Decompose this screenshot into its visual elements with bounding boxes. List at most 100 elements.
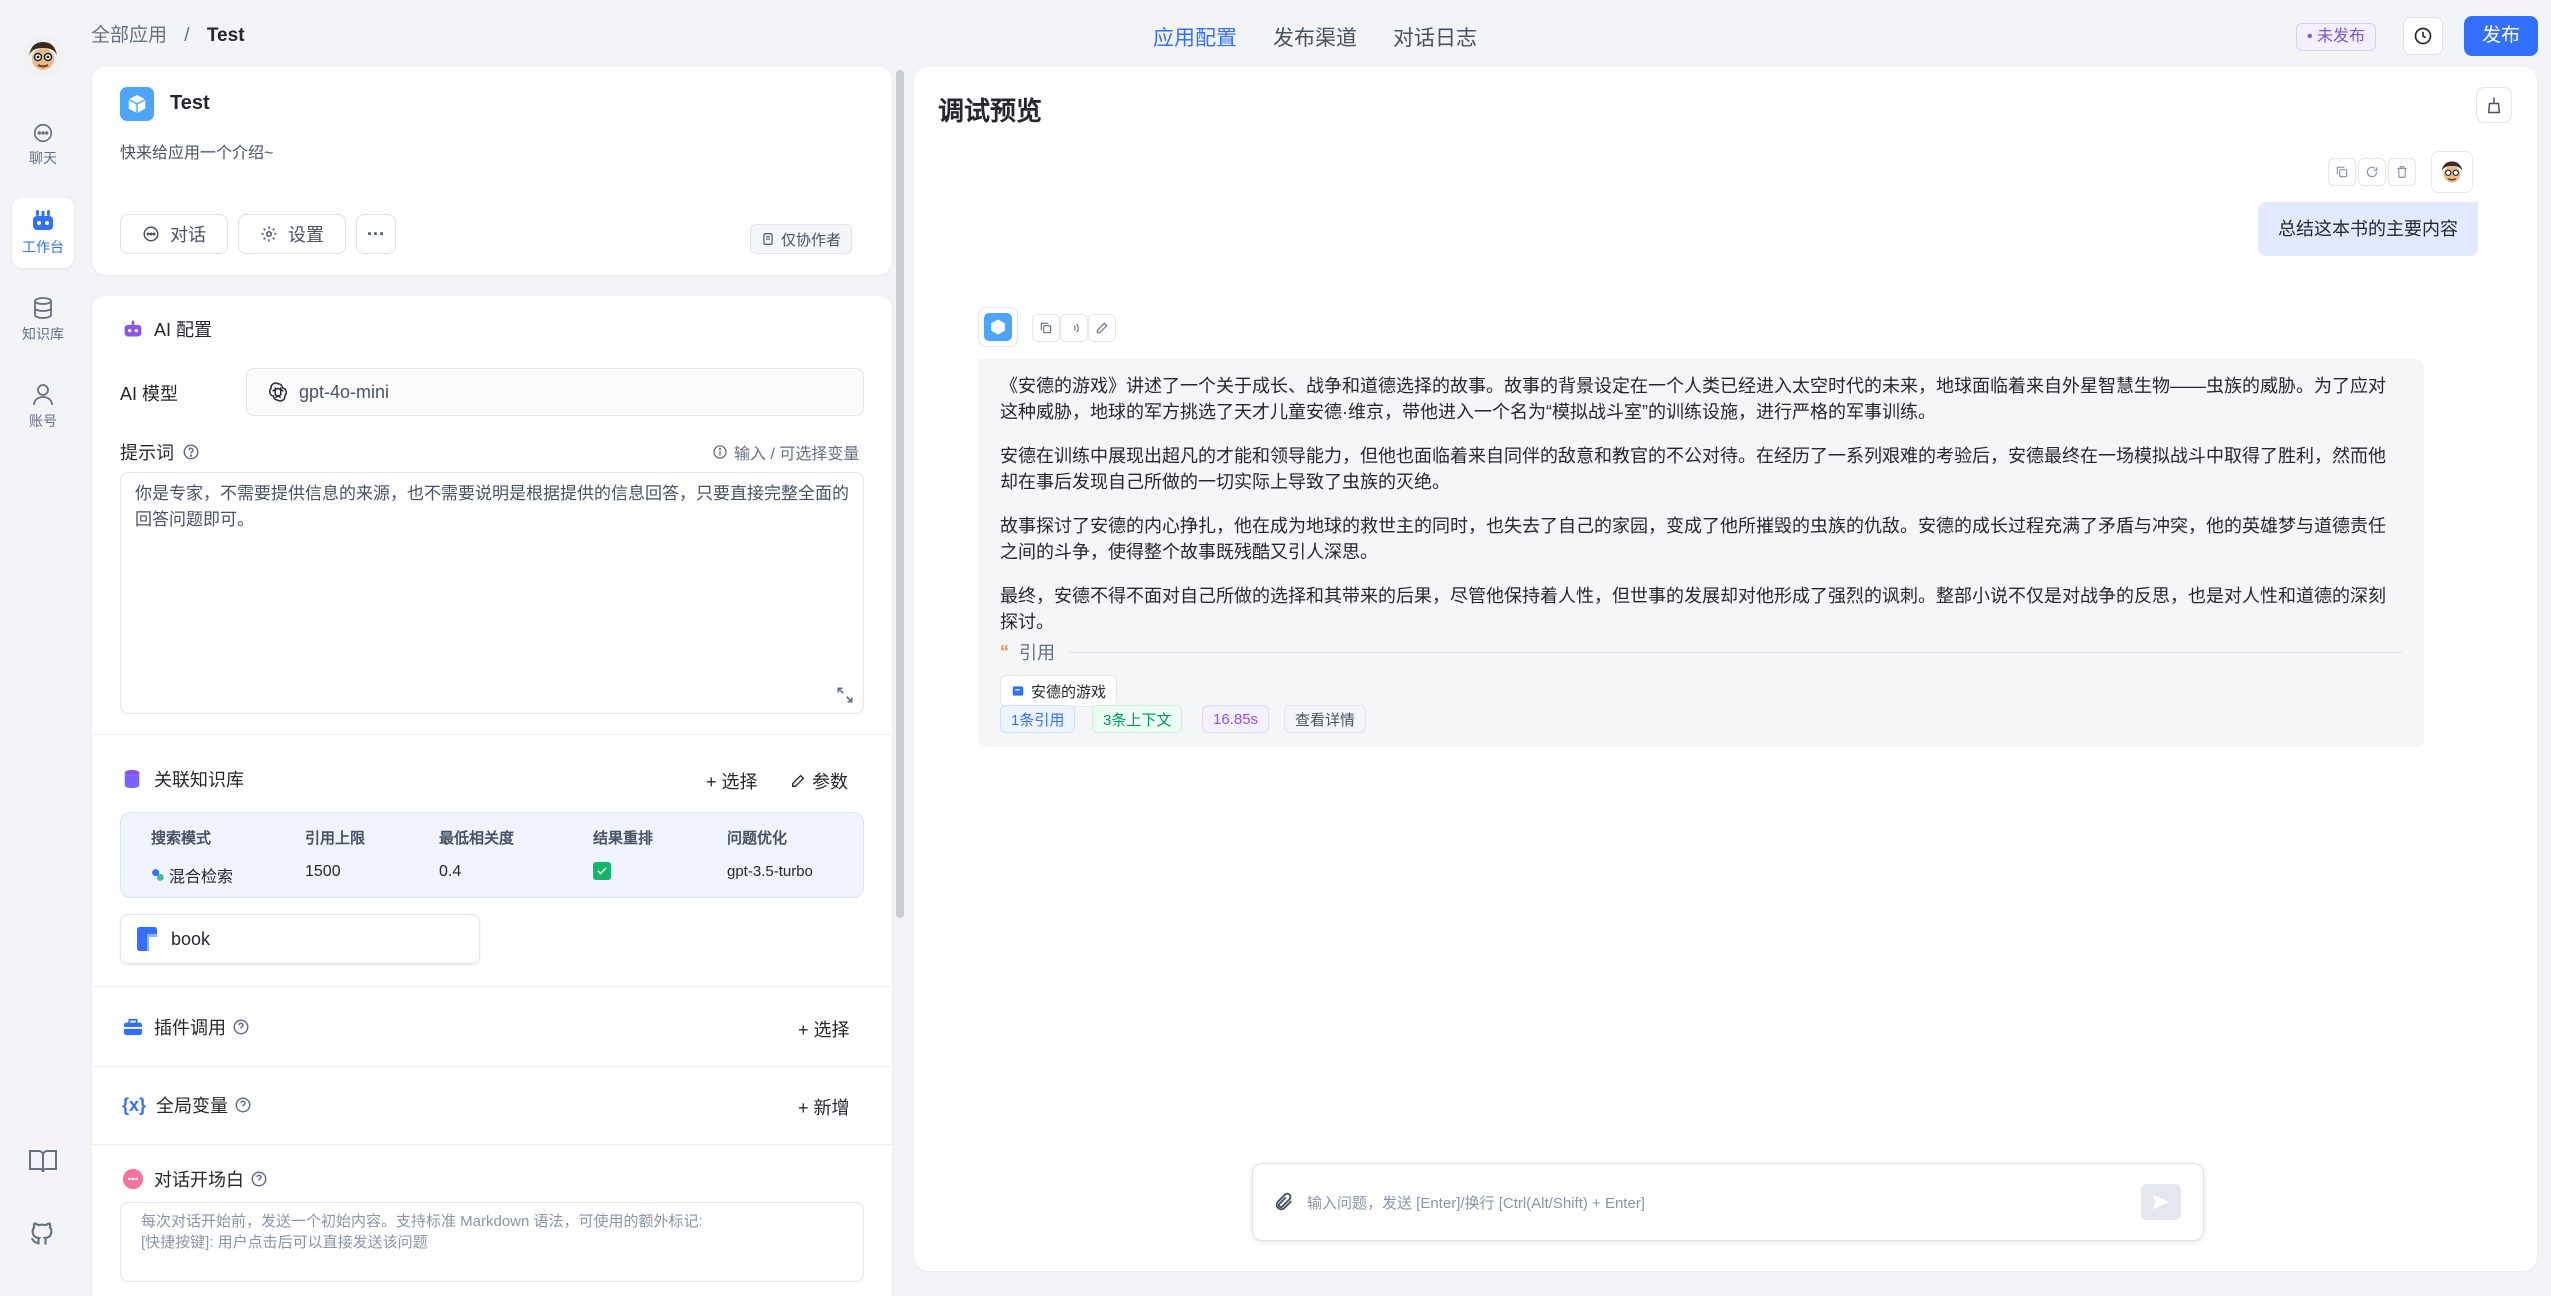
expand-icon[interactable] <box>835 685 855 705</box>
info-icon <box>713 445 727 459</box>
chat-button[interactable]: 对话 <box>120 214 228 254</box>
welcome-textarea[interactable]: 每次对话开始前，发送一个初始内容。支持标准 Markdown 语法，可使用的额外… <box>120 1202 864 1282</box>
app-logo-icon <box>120 87 154 121</box>
kb-params-button[interactable]: 参数 <box>790 768 848 794</box>
nav-item-chat[interactable]: 聊天 <box>12 110 74 180</box>
help-icon[interactable] <box>234 1096 252 1114</box>
clear-chat-button[interactable] <box>2476 87 2512 123</box>
copy-button[interactable] <box>2328 158 2356 186</box>
ai-model-select[interactable]: gpt-4o-mini <box>246 368 864 416</box>
divider <box>92 1066 892 1067</box>
help-icon[interactable] <box>232 1018 250 1036</box>
prompt-label-text: 提示词 <box>120 443 174 463</box>
col-header: 搜索模式 <box>151 830 212 847</box>
nav-label: 知识库 <box>22 326 64 342</box>
publish-button[interactable]: 发布 <box>2464 16 2538 56</box>
plugins-label: 插件调用 <box>154 1018 226 1038</box>
welcome-placeholder-1: 每次对话开始前，发送一个初始内容。支持标准 Markdown 语法，可使用的额外… <box>141 1213 703 1230</box>
nav-item-account[interactable]: 账号 <box>12 372 74 442</box>
left-scrollbar[interactable] <box>896 70 904 918</box>
view-details-tag[interactable]: 查看详情 <box>1284 705 1367 733</box>
prompt-textarea[interactable]: 你是专家，不需要提供信息的来源，也不需要说明是根据提供的信息回答，只要直接完整全… <box>120 472 864 714</box>
divider <box>92 1144 892 1145</box>
ai-avatar <box>978 307 1018 347</box>
refresh-icon <box>2366 166 2378 178</box>
trash-icon <box>2397 166 2407 178</box>
breadcrumb-root[interactable]: 全部应用 <box>91 25 167 46</box>
user-avatar <box>2431 151 2473 193</box>
sound-icon <box>1071 323 1079 333</box>
kb-search-table: 搜索模式 引用上限 最低相关度 结果重排 问题优化 混合检索 1500 0.4 … <box>120 812 864 898</box>
chat-input-box[interactable]: 输入问题，发送 [Enter]/换行 [Ctrl(Alt/Shift) + En… <box>1252 1163 2204 1241</box>
answer-paragraph: 最终，安德不得不面对自己所做的选择和其带来的后果，尽管他保持着人性，但世事的发展… <box>1000 586 2386 632</box>
tab-app-config[interactable]: 应用配置 <box>1153 22 1237 52</box>
ai-config-title: AI 配置 <box>122 316 212 342</box>
avatar[interactable] <box>23 36 63 76</box>
attachment-icon[interactable] <box>1273 1191 1295 1213</box>
ai-model-label: AI 模型 <box>120 384 179 404</box>
variables-add-button[interactable]: + 新增 <box>798 1094 850 1120</box>
quote-source-name: 安德的游戏 <box>1031 683 1107 701</box>
user-icon <box>33 384 53 406</box>
gear-icon <box>261 226 277 242</box>
settings-button[interactable]: 设置 <box>238 214 346 254</box>
quote-source[interactable]: 安德的游戏 <box>1000 675 1118 707</box>
tab-chat-logs[interactable]: 对话日志 <box>1393 22 1477 52</box>
preview-panel: 调试预览 总结这本书的主要内容 《安德的游戏》讲述了一个关于成长、战争和道德选择… <box>914 67 2537 1271</box>
tab-publish-channels[interactable]: 发布渠道 <box>1273 22 1357 52</box>
welcome-chat-icon <box>122 1168 144 1190</box>
ai-message-bubble: 《安德的游戏》讲述了一个关于成长、战争和道德选择的故事。故事的背景设定在一个人类… <box>978 359 2424 747</box>
ai-model-value: gpt-4o-mini <box>299 381 390 402</box>
kb-title: 关联知识库 <box>122 766 244 792</box>
send-button[interactable] <box>2141 1184 2181 1220</box>
nav-item-knowledge[interactable]: 知识库 <box>12 285 74 355</box>
context-count-tag[interactable]: 3条上下文 <box>1092 705 1183 733</box>
breadcrumb-current: Test <box>206 25 245 46</box>
citation-count-tag[interactable]: 1条引用 <box>1000 705 1076 733</box>
rerank-check-icon <box>593 862 611 880</box>
github-icon[interactable] <box>28 1220 56 1248</box>
clock-icon <box>2414 27 2432 45</box>
breadcrumb-separator: / <box>184 25 190 46</box>
col-header: 引用上限 <box>305 830 366 847</box>
nav-item-workbench[interactable]: 工作台 <box>12 198 74 268</box>
ai-copy-button[interactable] <box>1032 314 1060 342</box>
collaborator-badge[interactable]: 仅协作者 <box>750 224 853 254</box>
history-button[interactable] <box>2403 17 2443 55</box>
help-icon[interactable] <box>182 443 200 461</box>
welcome-placeholder-2: [快捷按键]: 用户点击后可以直接发送该问题 <box>141 1234 428 1251</box>
retry-button[interactable] <box>2358 158 2386 186</box>
database-icon <box>34 297 52 319</box>
answer-paragraph: 安德在训练中展现出超凡的才能和领导能力，但他也面临着来自同伴的敌意和教官的不公对… <box>1000 446 2386 492</box>
breadcrumb: 全部应用 / Test <box>91 20 245 47</box>
copy-icon <box>1040 322 1052 334</box>
config-card: AI 配置 AI 模型 gpt-4o-mini 提示词 输入 / 可选择变量 你… <box>92 296 892 1296</box>
kb-select-button[interactable]: + 选择 <box>706 768 758 794</box>
read-aloud-button[interactable] <box>1060 314 1088 342</box>
toolbox-icon <box>123 1018 143 1036</box>
help-icon[interactable] <box>250 1170 268 1188</box>
broom-icon <box>2487 97 2501 114</box>
prompt-text: 你是专家，不需要提供信息的来源，也不需要说明是根据提供的信息回答，只要直接完整全… <box>135 484 849 529</box>
more-button[interactable]: ··· <box>356 214 396 254</box>
edit-icon <box>792 774 805 787</box>
col-header: 问题优化 <box>727 830 788 847</box>
docs-book-icon[interactable] <box>28 1148 58 1174</box>
status-badge: • 未发布 <box>2296 23 2377 51</box>
chat-icon <box>143 226 159 242</box>
app-name: Test <box>170 92 210 114</box>
variable-icon: {x} <box>122 1094 147 1115</box>
delete-button[interactable] <box>2388 158 2416 186</box>
kb-title-label: 关联知识库 <box>154 770 244 790</box>
prompt-label: 提示词 <box>120 439 200 465</box>
dataset-item[interactable]: book <box>120 914 480 964</box>
col-header: 结果重排 <box>593 830 654 847</box>
search-mode-cell: 混合检索 <box>151 863 233 887</box>
limit-cell: 1500 <box>305 863 341 880</box>
side-nav: 聊天 工作台 知识库 账号 <box>0 0 86 1292</box>
plugins-select-button[interactable]: + 选择 <box>798 1016 850 1042</box>
file-icon <box>1012 686 1024 696</box>
robot-icon <box>124 320 142 337</box>
divider <box>92 986 892 987</box>
mark-button[interactable] <box>1088 314 1116 342</box>
